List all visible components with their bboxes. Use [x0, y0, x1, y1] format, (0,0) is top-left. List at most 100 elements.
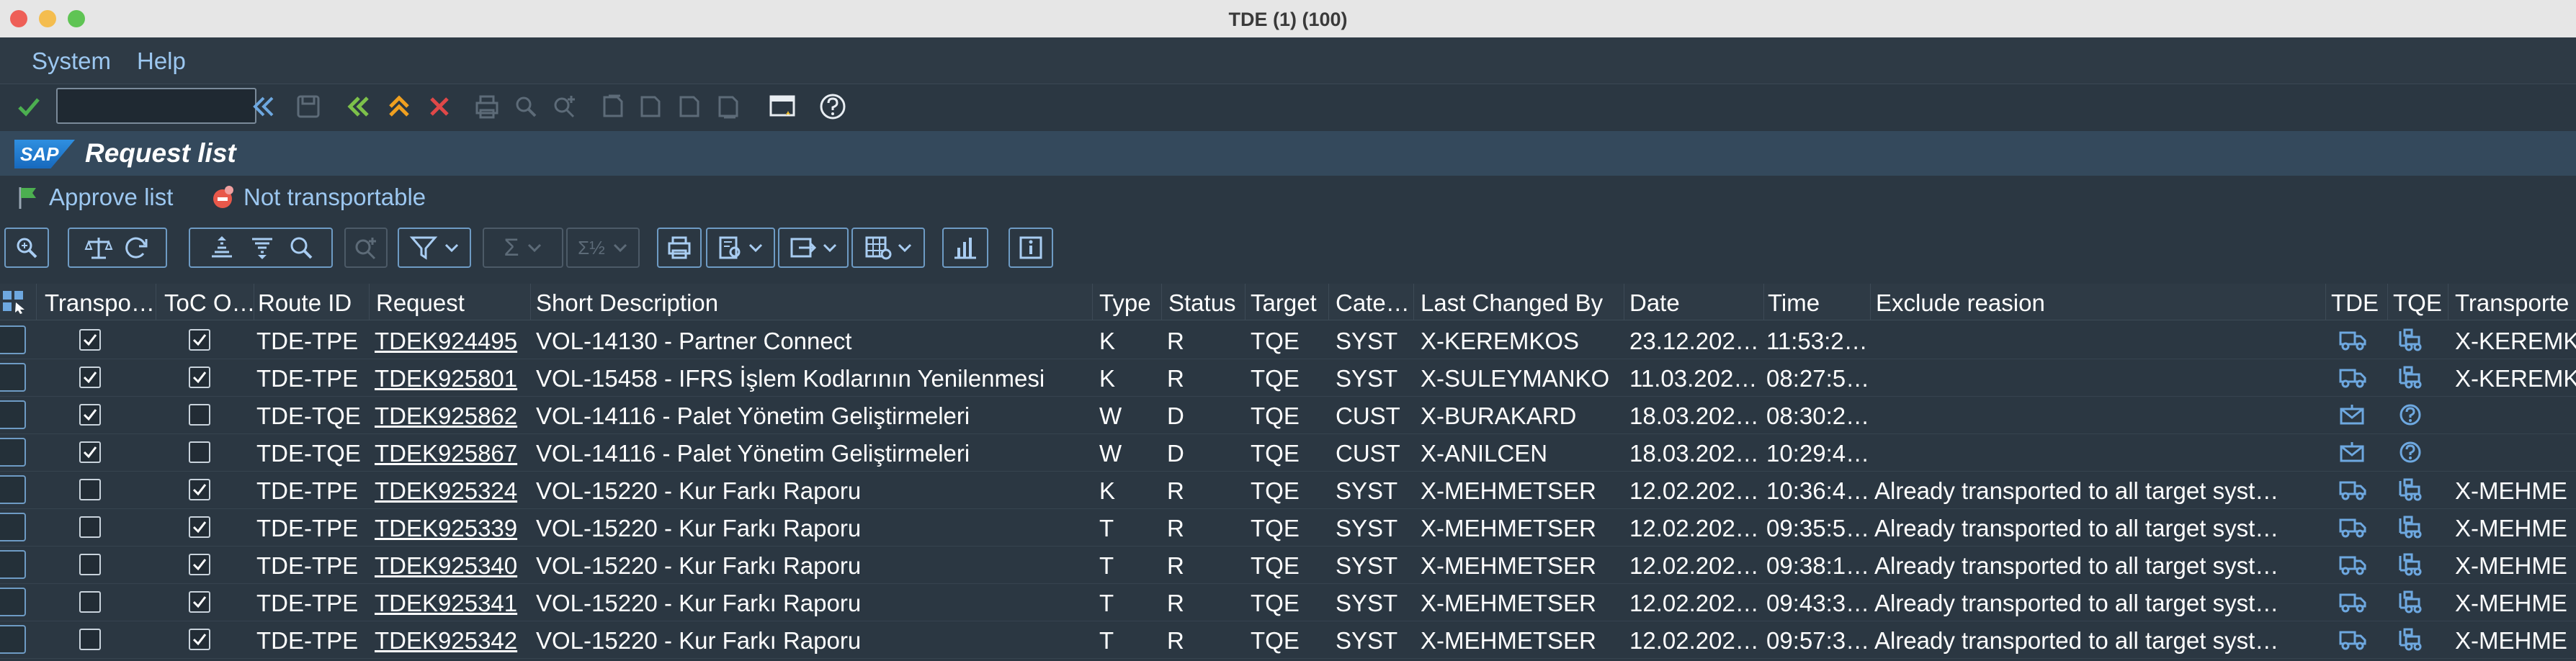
transport-checkbox[interactable] — [79, 329, 101, 351]
truck-icon[interactable] — [2338, 478, 2367, 501]
toc-checkbox[interactable] — [189, 479, 210, 500]
command-field[interactable] — [56, 88, 256, 124]
transport-checkbox[interactable] — [79, 554, 101, 575]
forklift-icon[interactable] — [2396, 478, 2425, 501]
request-link[interactable]: TDEK925867 — [375, 440, 529, 467]
views-button[interactable] — [706, 228, 775, 268]
sort-find-button-group[interactable] — [189, 228, 333, 268]
transport-checkbox[interactable] — [79, 404, 101, 426]
toc-checkbox[interactable] — [189, 367, 210, 388]
transport-checkbox[interactable] — [79, 629, 101, 650]
row-selector[interactable] — [0, 550, 26, 579]
col-category[interactable]: Cate… — [1336, 289, 1410, 317]
export-button[interactable] — [778, 228, 849, 268]
row-selector[interactable] — [0, 438, 26, 467]
request-link[interactable]: TDEK925801 — [375, 365, 529, 392]
request-link[interactable]: TDEK925340 — [375, 552, 529, 580]
row-selector[interactable] — [0, 513, 26, 541]
toc-checkbox[interactable] — [189, 329, 210, 351]
request-link[interactable]: TDEK925342 — [375, 627, 529, 655]
toc-checkbox[interactable] — [189, 441, 210, 463]
print-icon[interactable] — [471, 91, 503, 122]
enter-check-icon[interactable] — [14, 92, 43, 121]
row-selector[interactable] — [0, 588, 26, 616]
table-row[interactable]: TDE-TPE TDEK925340 VOL-15220 - Kur Farkı R… — [0, 546, 2576, 584]
transport-checkbox[interactable] — [79, 367, 101, 388]
col-last-changed-by[interactable]: Last Changed By — [1421, 289, 1624, 317]
table-row[interactable]: TDE-TPE TDEK925342 VOL-15220 - Kur Farkı R… — [0, 621, 2576, 659]
collapse-command-icon[interactable] — [248, 91, 279, 122]
forklift-icon[interactable] — [2396, 628, 2425, 651]
truck-icon[interactable] — [2338, 553, 2367, 576]
truck-icon[interactable] — [2338, 516, 2367, 539]
col-date[interactable]: Date — [1629, 289, 1762, 317]
request-link[interactable]: TDEK925341 — [375, 590, 529, 617]
transport-checkbox[interactable] — [79, 479, 101, 500]
table-row[interactable]: TDE-TPE TDEK925339 VOL-15220 - Kur Farkı R… — [0, 508, 2576, 547]
select-all-icon[interactable] — [1, 289, 26, 314]
graphic-button[interactable] — [942, 228, 988, 268]
truck-icon[interactable] — [2338, 366, 2367, 389]
next-page-icon[interactable] — [673, 91, 705, 122]
table-row[interactable]: TDE-TPE TDEK924495 VOL-14130 - Partner Con… — [0, 321, 2576, 359]
col-request[interactable]: Request — [376, 289, 529, 317]
col-toc[interactable]: ToC O… — [164, 289, 252, 317]
back-icon[interactable] — [343, 91, 375, 122]
table-row[interactable]: TDE-TPE TDEK925324 VOL-15220 - Kur Farkı R… — [0, 471, 2576, 509]
question-icon[interactable] — [2396, 403, 2425, 426]
table-row[interactable]: TDE-TQE TDEK925862 VOL-14116 - Palet Yönet… — [0, 396, 2576, 434]
row-selector[interactable] — [0, 625, 26, 654]
layout-button[interactable] — [851, 228, 925, 268]
information-button[interactable] — [1009, 228, 1053, 268]
forklift-icon[interactable] — [2396, 553, 2425, 576]
find-next-icon[interactable] — [549, 91, 581, 122]
help-icon[interactable] — [817, 91, 849, 122]
layout-menu-icon[interactable] — [766, 91, 798, 122]
toc-checkbox[interactable] — [189, 554, 210, 575]
find-next-button[interactable] — [344, 228, 388, 268]
request-link[interactable]: TDEK925339 — [375, 515, 529, 542]
details-button[interactable] — [4, 228, 49, 268]
transport-checkbox[interactable] — [79, 516, 101, 538]
truck-icon[interactable] — [2338, 590, 2367, 613]
row-selector[interactable] — [0, 325, 26, 354]
forklift-icon[interactable] — [2396, 516, 2425, 539]
forklift-icon[interactable] — [2396, 590, 2425, 613]
cancel-icon[interactable] — [424, 91, 455, 122]
table-row[interactable]: TDE-TPE TDEK925341 VOL-15220 - Kur Farkı R… — [0, 583, 2576, 621]
total-button[interactable]: Σ — [483, 228, 563, 268]
forklift-icon[interactable] — [2396, 366, 2425, 389]
menu-system[interactable]: System — [32, 48, 111, 75]
col-short-description[interactable]: Short Description — [536, 289, 1091, 317]
col-transporter[interactable]: Transporte — [2455, 289, 2576, 317]
col-route-id[interactable]: Route ID — [258, 289, 366, 317]
truck-icon[interactable] — [2338, 328, 2367, 351]
envelope-icon[interactable] — [2338, 403, 2367, 426]
request-link[interactable]: TDEK925324 — [375, 477, 529, 505]
save-icon[interactable] — [292, 91, 324, 122]
envelope-icon[interactable] — [2338, 441, 2367, 464]
approve-list-button[interactable]: Approve list — [16, 183, 173, 212]
check-refresh-button-group[interactable] — [68, 228, 167, 268]
transport-checkbox[interactable] — [79, 441, 101, 463]
print-preview-button[interactable] — [657, 228, 702, 268]
exit-icon[interactable] — [383, 91, 415, 122]
subtotal-button[interactable]: Σ½ — [566, 228, 640, 268]
col-target[interactable]: Target — [1251, 289, 1328, 317]
table-row[interactable]: TDE-TQE TDEK925867 VOL-14116 - Palet Yönet… — [0, 433, 2576, 472]
toc-checkbox[interactable] — [189, 516, 210, 538]
col-time[interactable]: Time — [1768, 289, 1869, 317]
row-selector[interactable] — [0, 475, 26, 504]
col-exclude-reason[interactable]: Exclude reasion — [1876, 289, 2322, 317]
previous-page-icon[interactable] — [634, 91, 666, 122]
first-page-icon[interactable] — [596, 91, 628, 122]
col-type[interactable]: Type — [1099, 289, 1166, 317]
toc-checkbox[interactable] — [189, 591, 210, 613]
forklift-icon[interactable] — [2396, 328, 2425, 351]
toc-checkbox[interactable] — [189, 629, 210, 650]
transport-checkbox[interactable] — [79, 591, 101, 613]
col-transport[interactable]: Transpo… — [45, 289, 153, 317]
col-tde[interactable]: TDE — [2331, 289, 2389, 317]
menu-help[interactable]: Help — [137, 48, 186, 75]
not-transportable-button[interactable]: Not transportable — [210, 183, 426, 212]
